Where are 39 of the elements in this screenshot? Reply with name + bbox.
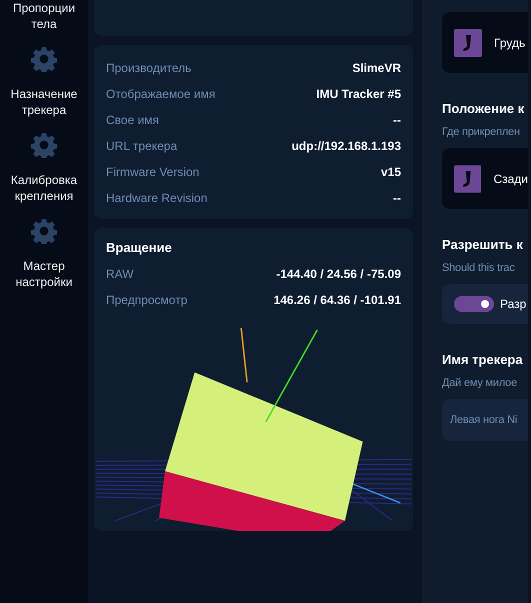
field-label: Firmware Version bbox=[106, 165, 200, 179]
field-label: Производитель bbox=[106, 61, 192, 75]
foot-icon bbox=[454, 164, 482, 192]
field-value: v15 bbox=[380, 165, 401, 179]
field-label: Предпросмотр bbox=[106, 292, 188, 307]
nav-label[interactable]: Пропорции тела bbox=[4, 0, 84, 32]
section-title: Имя трекера bbox=[442, 352, 524, 367]
section-hint: Дай ему милое bbox=[442, 377, 518, 389]
field-label: RAW bbox=[106, 266, 134, 281]
toggle-label: Разр bbox=[500, 297, 526, 311]
section-title: Разрешить к bbox=[442, 237, 524, 252]
field-label: URL трекера bbox=[106, 139, 178, 153]
gear-icon bbox=[31, 218, 57, 244]
body-part-select[interactable]: Грудь bbox=[442, 12, 528, 73]
field-value: IMU Tracker #5 bbox=[316, 87, 401, 101]
field-value: -144.40 / 24.56 / -75.09 bbox=[276, 266, 401, 281]
field-label: Отображаемое имя bbox=[106, 87, 216, 101]
section-title: Вращение bbox=[106, 240, 173, 255]
section-title: Положение к bbox=[442, 101, 526, 116]
field-value: SlimeVR bbox=[352, 61, 401, 75]
gear-icon bbox=[31, 132, 57, 158]
gear-icon bbox=[31, 46, 57, 72]
field-value: udp://192.168.1.193 bbox=[292, 139, 401, 153]
nav-label[interactable]: Калибровка крепления bbox=[4, 172, 84, 204]
select-value: Грудь bbox=[494, 36, 526, 50]
nav-label[interactable]: Мастер настройки bbox=[4, 258, 84, 290]
name-input-field[interactable]: Левая нога Ni bbox=[442, 399, 528, 441]
field-value: -- bbox=[393, 113, 401, 127]
select-value: Сзади bbox=[493, 172, 528, 186]
field-label: Hardware Revision bbox=[106, 191, 208, 205]
field-value: 146.26 / 64.36 / -101.91 bbox=[274, 292, 401, 307]
toggle-switch[interactable] bbox=[454, 296, 494, 312]
foot-icon bbox=[454, 28, 482, 56]
field-label: Свое имя bbox=[106, 113, 160, 127]
mounting-select[interactable]: Сзади bbox=[442, 148, 528, 209]
section-hint: Где прикреплен bbox=[442, 126, 521, 138]
field-value: -- bbox=[393, 191, 401, 205]
section-hint: Should this trac bbox=[442, 262, 516, 274]
nav-label[interactable]: Назначение трекера bbox=[4, 86, 84, 118]
